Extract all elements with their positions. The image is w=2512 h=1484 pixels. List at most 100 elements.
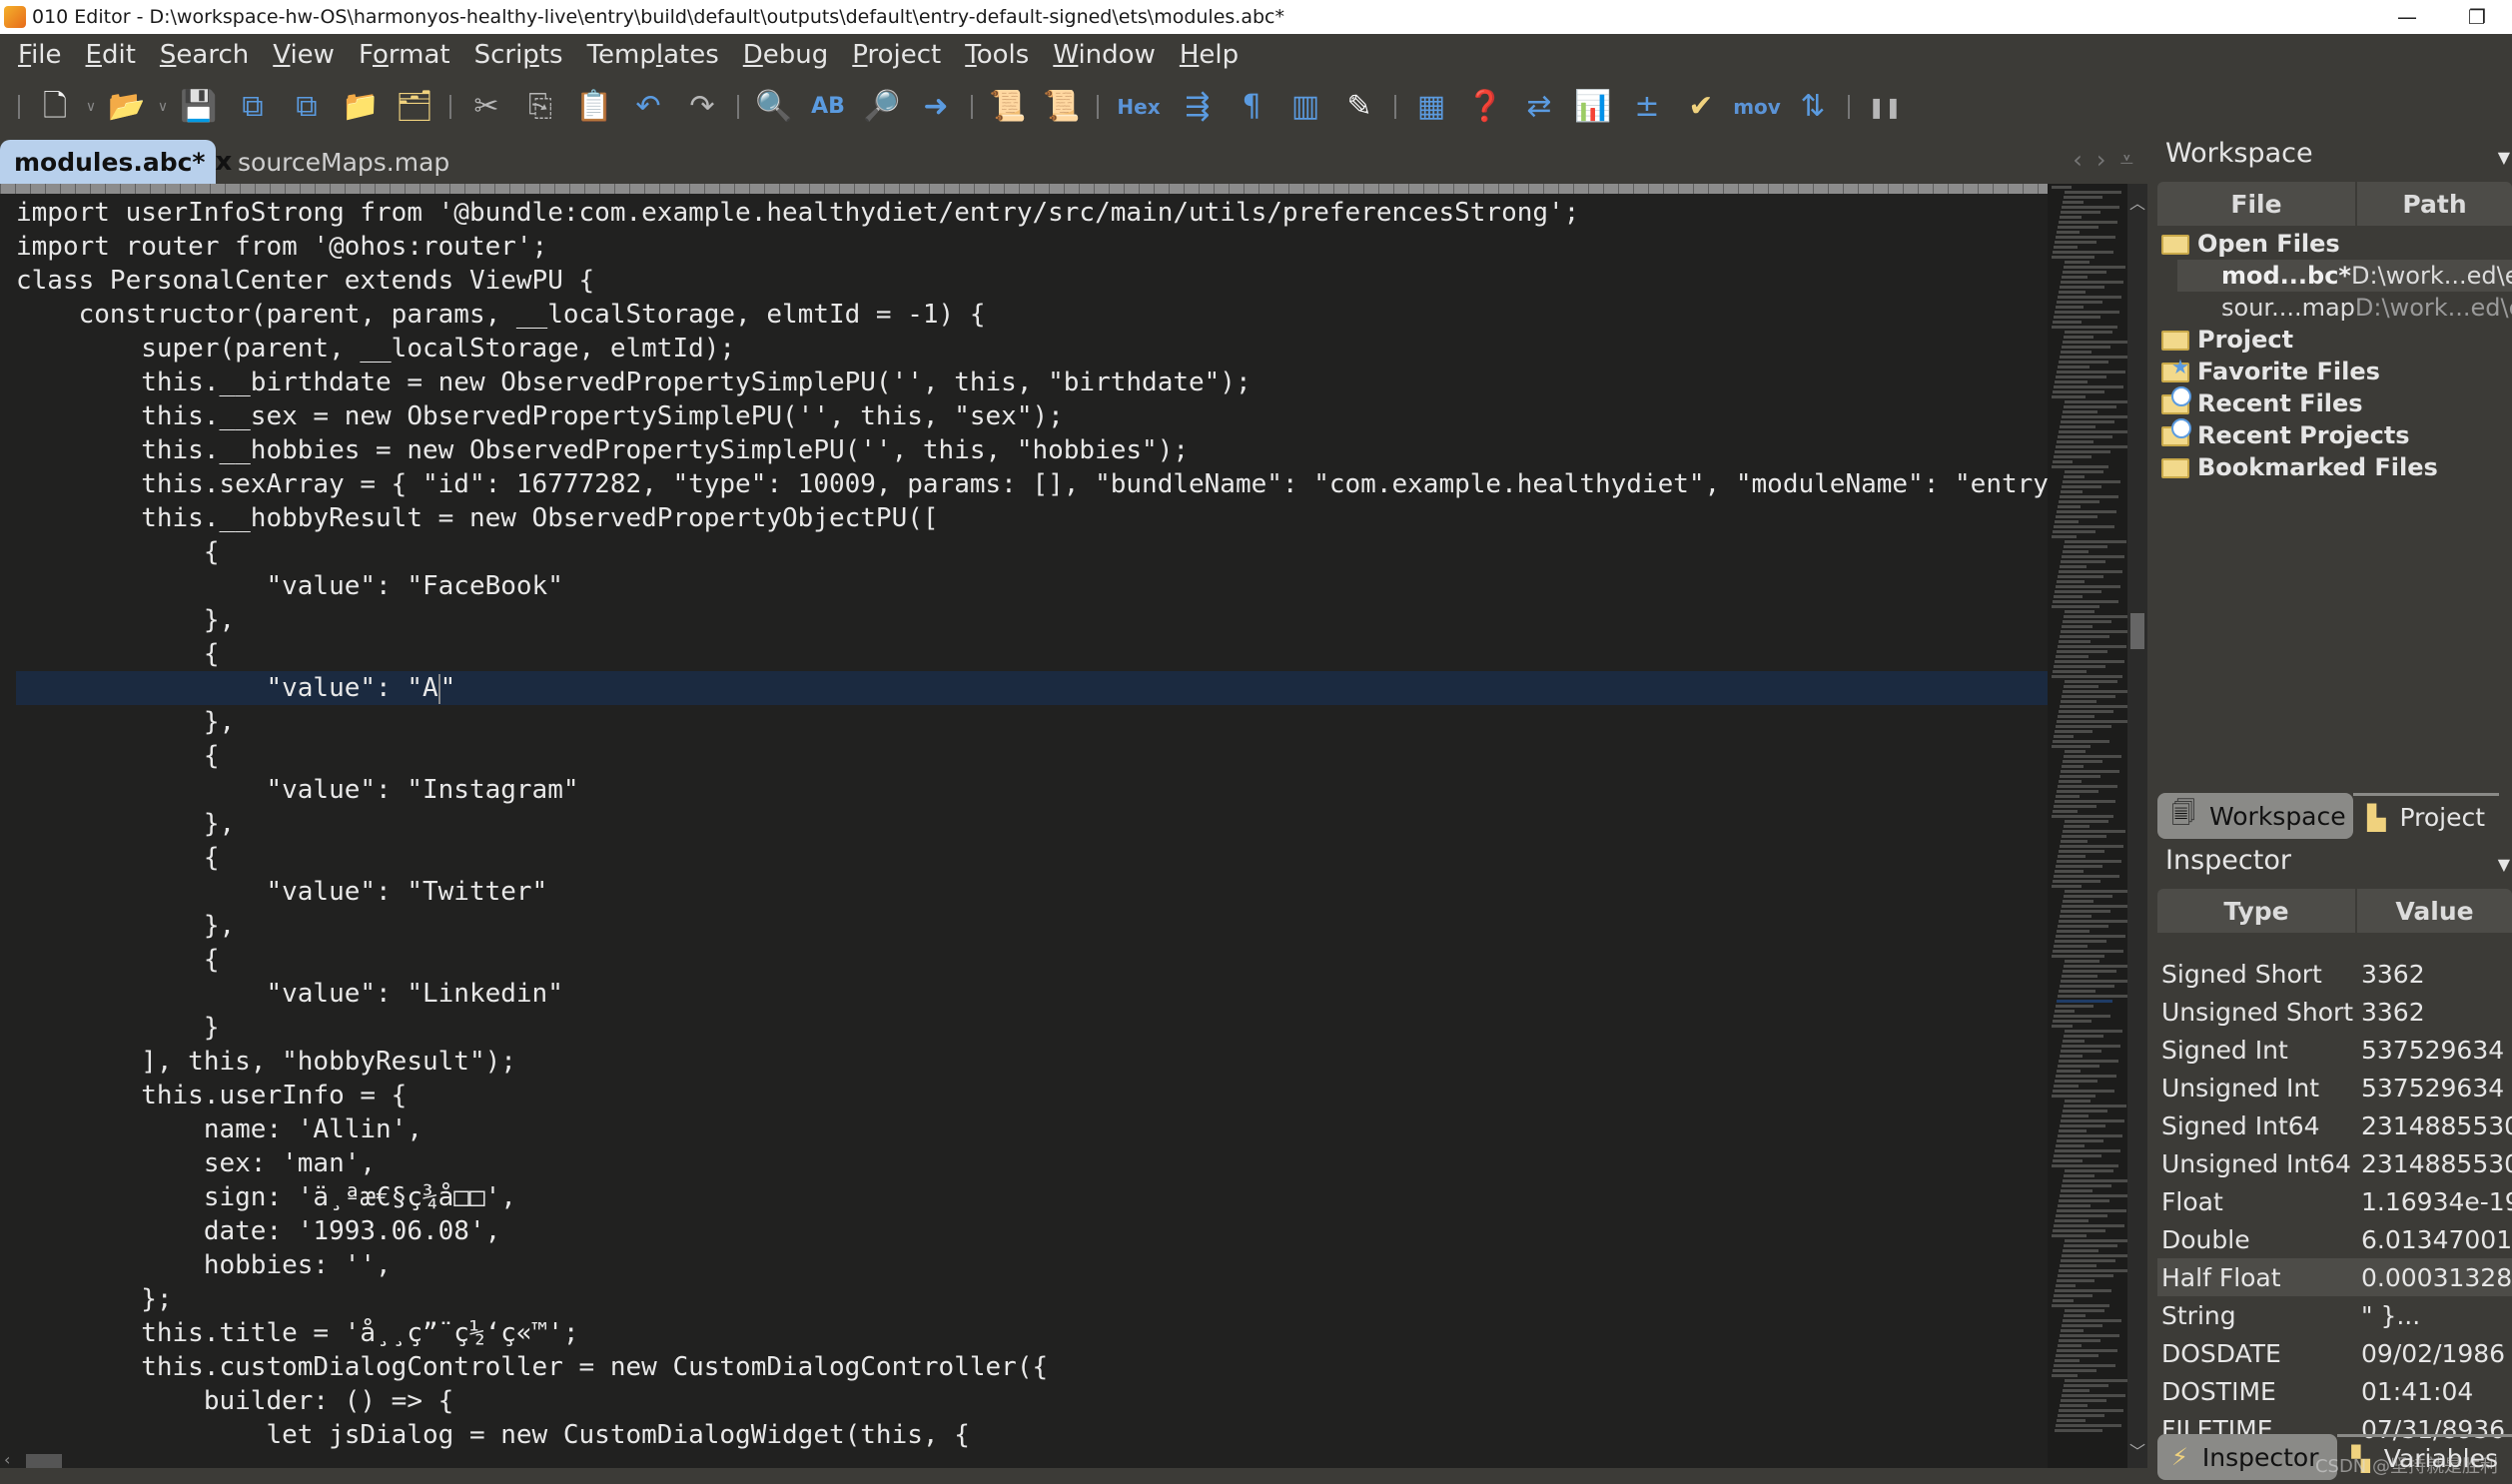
tab-project[interactable]: ▙ Project: [2353, 793, 2500, 839]
code-line[interactable]: this.title = 'å¸¸ç”¨ç½‘ç«™';: [16, 1316, 2048, 1350]
code-line[interactable]: constructor(parent, params, __localStora…: [16, 298, 2048, 332]
code-line[interactable]: };: [16, 1282, 2048, 1316]
find-icon[interactable]: 🔍: [751, 84, 797, 130]
histogram-icon[interactable]: 📊: [1570, 84, 1616, 130]
hex-mode-button[interactable]: Hex: [1111, 84, 1167, 130]
inspector-row[interactable]: String " }...: [2157, 1296, 2512, 1334]
inspector-row[interactable]: Unsigned Int642314885530...: [2157, 1144, 2512, 1182]
menu-window[interactable]: Window: [1041, 40, 1168, 70]
inspector-value[interactable]: 01:41:04: [2357, 1377, 2512, 1406]
code-line[interactable]: class PersonalCenter extends ViewPU {: [16, 264, 2048, 298]
operations-icon[interactable]: ±: [1624, 84, 1670, 130]
inspector-row[interactable]: Float 1.16934e-19: [2157, 1182, 2512, 1220]
inspector-value[interactable]: 537529634: [2357, 1074, 2512, 1103]
inspector-value[interactable]: 2314885530...: [2357, 1112, 2512, 1140]
horizontal-scrollbar[interactable]: ‹: [0, 1450, 2048, 1468]
tab-list-icon[interactable]: ⩡: [2119, 146, 2133, 174]
cut-icon[interactable]: ✂: [463, 84, 509, 130]
code-line[interactable]: },: [16, 807, 2048, 841]
new-file-dropdown-icon[interactable]: ∨: [82, 84, 100, 130]
code-line[interactable]: "value": "Linkedin": [16, 977, 2048, 1011]
redo-icon[interactable]: ↷: [679, 84, 725, 130]
code-line[interactable]: {: [16, 841, 2048, 875]
column-header-type[interactable]: Type: [2157, 889, 2357, 933]
tree-recent-files[interactable]: Recent Files: [2157, 386, 2512, 419]
minimize-button[interactable]: —: [2372, 0, 2442, 34]
copy-icon[interactable]: ⎘: [517, 84, 563, 130]
tree-recent-projects[interactable]: Recent Projects: [2157, 418, 2512, 451]
code-line[interactable]: },: [16, 909, 2048, 943]
code-line[interactable]: "value": "Twitter": [16, 875, 2048, 909]
compare-icon[interactable]: ❓: [1462, 84, 1508, 130]
vertical-scroll-thumb[interactable]: [2130, 613, 2144, 649]
column-header-path[interactable]: Path: [2357, 182, 2512, 226]
inspector-value[interactable]: " }...: [2357, 1301, 2512, 1330]
goto-icon[interactable]: ➜: [913, 84, 959, 130]
code-line[interactable]: {: [16, 535, 2048, 569]
menu-templates[interactable]: Templates: [575, 40, 731, 70]
code-line[interactable]: sex: 'man',: [16, 1146, 2048, 1180]
tab-sourcemaps-map[interactable]: sourceMaps.map: [224, 140, 463, 184]
tab-workspace[interactable]: 🗐 Workspace: [2157, 793, 2353, 839]
save-icon[interactable]: 💾: [176, 84, 222, 130]
show-whitespace-icon[interactable]: ¶: [1229, 84, 1274, 130]
scroll-up-icon[interactable]: ︿: [2129, 190, 2145, 214]
column-header-value[interactable]: Value: [2357, 889, 2512, 933]
inspector-panel-menu-icon[interactable]: ▼: [2498, 855, 2510, 874]
inspector-value[interactable]: 2314885530...: [2357, 1149, 2512, 1178]
code-line[interactable]: this.__sex = new ObservedPropertySimpleP…: [16, 399, 2048, 433]
word-wrap-icon[interactable]: ⇶: [1175, 84, 1221, 130]
code-line[interactable]: {: [16, 739, 2048, 773]
code-line[interactable]: "value": "Instagram": [16, 773, 2048, 807]
checksum-icon[interactable]: ✔: [1678, 84, 1724, 130]
calculator-icon[interactable]: ▦: [1408, 84, 1454, 130]
code-line[interactable]: sign: 'ä¸ªæ€§ç­¾å□□',: [16, 1180, 2048, 1214]
inspector-value[interactable]: 3362: [2357, 998, 2512, 1027]
inspector-value[interactable]: 0.000313282: [2357, 1263, 2512, 1292]
horizontal-scroll-thumb[interactable]: [26, 1454, 62, 1468]
save-all-icon[interactable]: ⧉: [284, 84, 330, 130]
code-line[interactable]: this.sexArray = { "id": 16777282, "type"…: [16, 467, 2048, 501]
menu-file[interactable]: File: [6, 40, 74, 70]
code-line[interactable]: this.__hobbyResult = new ObservedPropert…: [16, 501, 2048, 535]
column-header-file[interactable]: File: [2157, 182, 2357, 226]
code-line[interactable]: ], this, "hobbyResult");: [16, 1045, 2048, 1079]
vertical-scrollbar[interactable]: ︿ ﹀: [2127, 184, 2147, 1468]
tree-favorite-files[interactable]: ★ Favorite Files: [2157, 355, 2512, 387]
code-line[interactable]: "value": "FaceBook": [16, 569, 2048, 603]
open-file-icon[interactable]: 📂: [104, 84, 150, 130]
code-line[interactable]: date: '1993.06.08',: [16, 1214, 2048, 1248]
code-line[interactable]: hobbies: '',: [16, 1248, 2048, 1282]
columns-icon[interactable]: ▥: [1282, 84, 1328, 130]
menu-view[interactable]: View: [261, 40, 347, 70]
inspector-row[interactable]: Unsigned Int 537529634: [2157, 1069, 2512, 1107]
tree-bookmarked-files[interactable]: Bookmarked Files: [2157, 451, 2512, 483]
menu-project[interactable]: Project: [840, 40, 953, 70]
tree-open-files[interactable]: Open Files: [2157, 228, 2512, 260]
code-line[interactable]: this.userInfo = {: [16, 1079, 2048, 1113]
menu-format[interactable]: Format: [347, 40, 462, 70]
inspector-row[interactable]: Signed Int 537529634: [2157, 1031, 2512, 1069]
inspector-value[interactable]: 1.16934e-19: [2357, 1187, 2512, 1216]
replace-icon[interactable]: AB: [805, 84, 851, 130]
pause-icon[interactable]: ❚❚: [1862, 84, 1908, 130]
code-line[interactable]: super(parent, __localStorage, elmtId);: [16, 332, 2048, 366]
code-line[interactable]: this.__hobbies = new ObservedPropertySim…: [16, 433, 2048, 467]
inspector-value[interactable]: 6.013470015...: [2357, 1225, 2512, 1254]
next-tab-icon[interactable]: ›: [2096, 146, 2106, 174]
inspector-row[interactable]: DOSDATE 09/02/1986: [2157, 1334, 2512, 1372]
tree-file-modules-abc[interactable]: mod...bc* D:\work...ed\e: [2177, 260, 2512, 292]
save-as-icon[interactable]: ⧉: [230, 84, 276, 130]
inspector-row[interactable]: Double 6.013470015...: [2157, 1220, 2512, 1258]
open-folder-icon[interactable]: 📁: [338, 84, 384, 130]
prev-tab-icon[interactable]: ‹: [2073, 146, 2083, 174]
code-line[interactable]: },: [16, 705, 2048, 739]
inspector-value[interactable]: 09/02/1986: [2357, 1339, 2512, 1368]
run-script-icon[interactable]: 📜: [985, 84, 1031, 130]
inspector-row[interactable]: DOSTIME 01:41:04: [2157, 1372, 2512, 1410]
base-converter-icon[interactable]: ⇅: [1790, 84, 1836, 130]
tree-project[interactable]: Project: [2157, 324, 2512, 356]
code-minimap[interactable]: [2048, 184, 2127, 1468]
inspector-row[interactable]: Signed Int64 2314885530...: [2157, 1107, 2512, 1144]
disassembler-button[interactable]: mov: [1732, 84, 1782, 130]
